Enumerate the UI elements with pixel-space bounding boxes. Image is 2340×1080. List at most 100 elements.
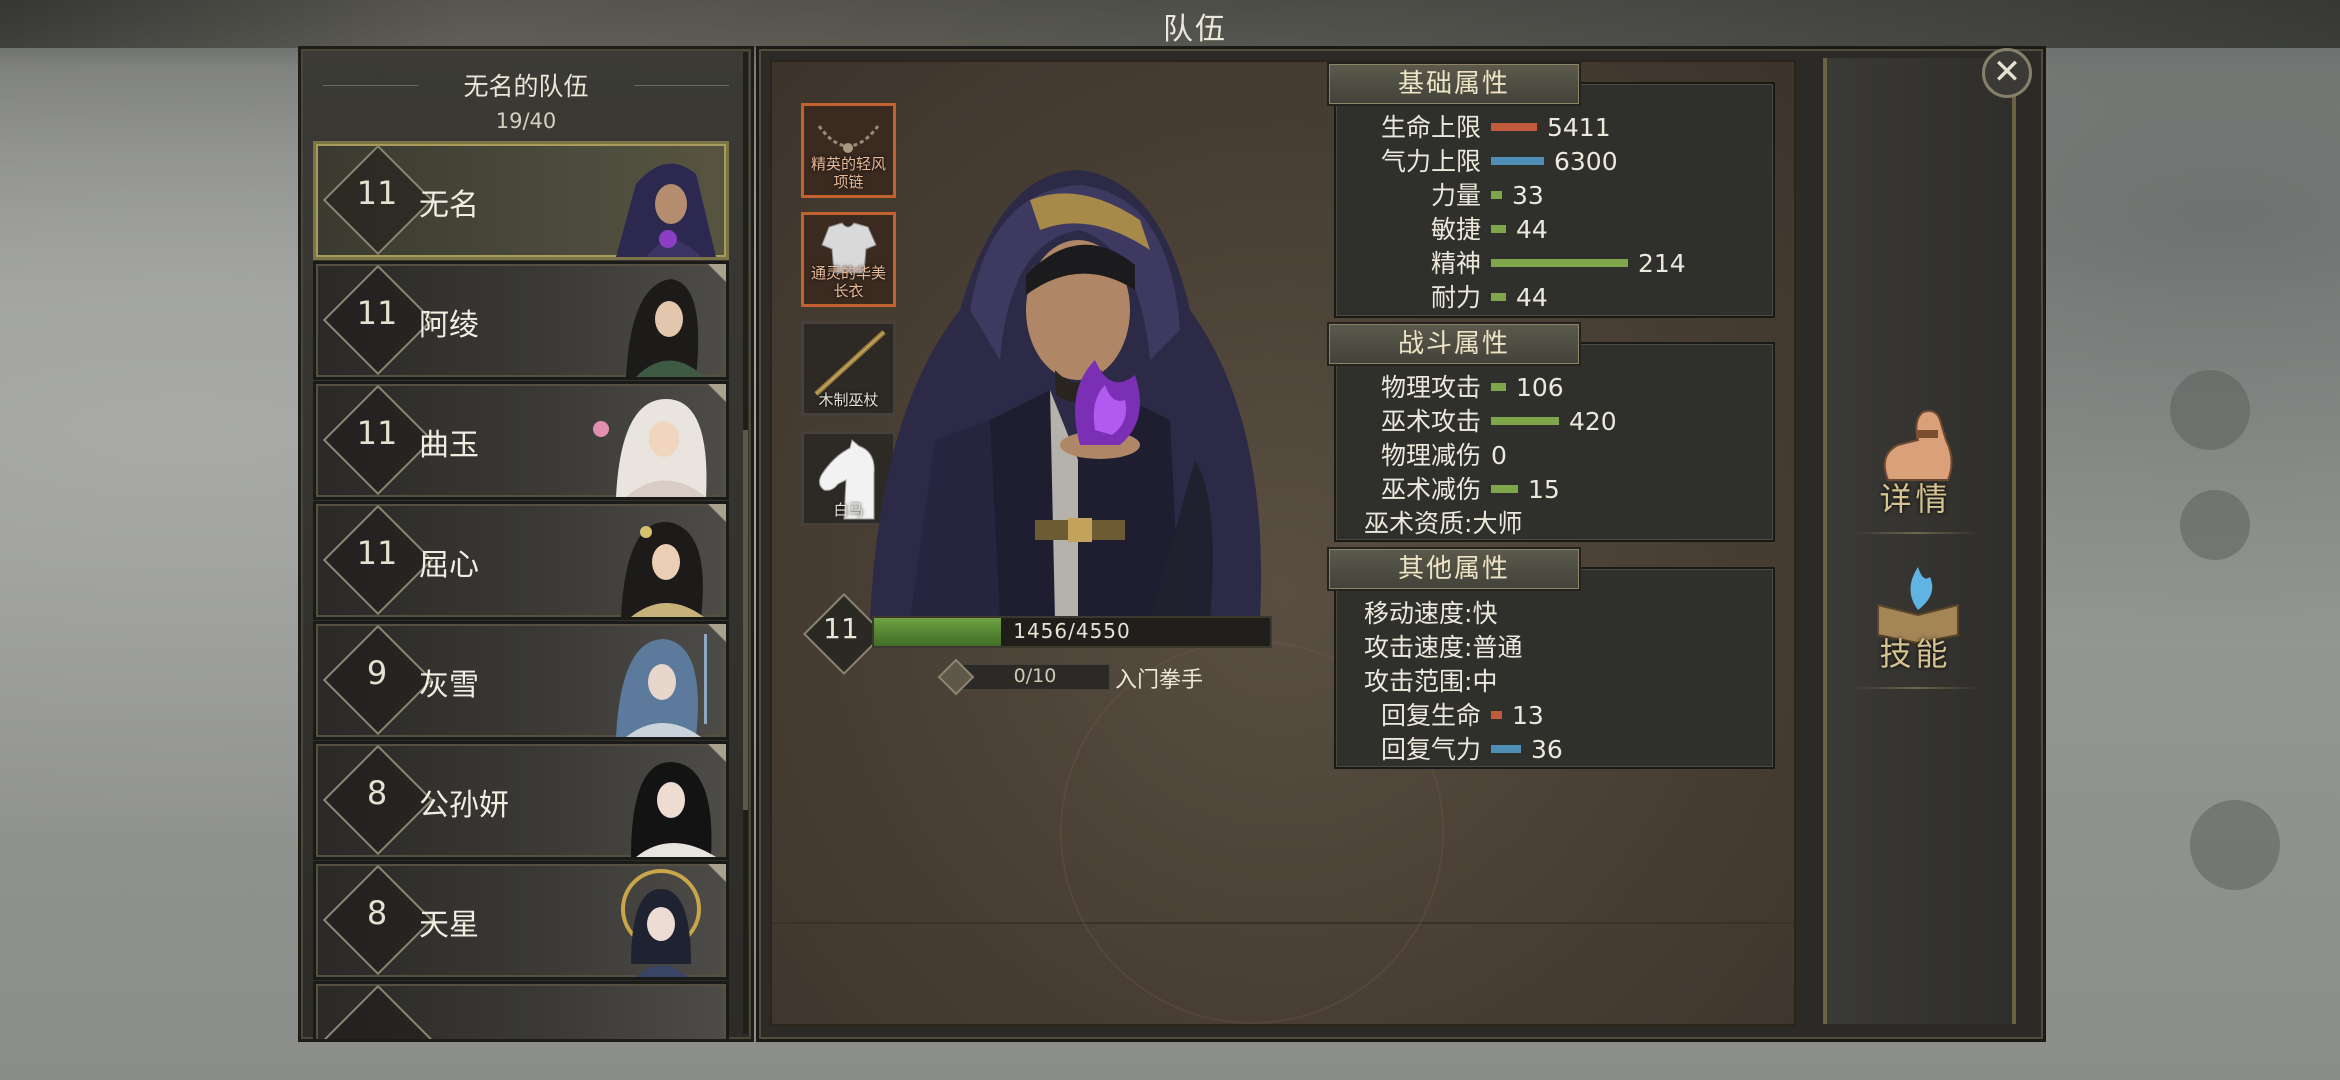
- member-card[interactable]: 11 曲玉: [313, 381, 729, 500]
- tab-separator: [1853, 687, 1978, 689]
- corner-tick: [708, 504, 726, 522]
- corner-tick: [708, 264, 726, 282]
- stat-value: :中: [1464, 667, 1498, 696]
- member-portrait: [593, 399, 707, 497]
- stat-row: 巫术资质:大师: [1364, 504, 1522, 538]
- stat-row: 耐力 44: [1364, 278, 1548, 312]
- member-card[interactable]: 11 屈心: [313, 501, 729, 620]
- basic-stats-title: 基础属性: [1327, 62, 1581, 106]
- member-level: 11: [356, 414, 398, 452]
- stat-label: 力量: [1430, 181, 1481, 210]
- stat-row: 生命上限 5411: [1364, 108, 1611, 142]
- stat-label: 巫术资质: [1364, 509, 1465, 538]
- stat-label: 攻击范围: [1364, 667, 1465, 696]
- member-level: 11: [356, 174, 398, 212]
- stat-value: 420: [1569, 407, 1617, 436]
- corner-tick: [708, 624, 726, 642]
- rank-progress-text: 0/10: [1013, 665, 1057, 687]
- hero-portrait: [870, 170, 1262, 620]
- member-card[interactable]: 8 天星: [313, 861, 729, 980]
- background-button: [2170, 370, 2250, 450]
- detail-tabs-column: [1823, 58, 2016, 1024]
- stat-label: 移动速度: [1364, 599, 1465, 628]
- stat-bar: [1491, 123, 1537, 131]
- stat-value: 214: [1638, 249, 1686, 278]
- member-level: 9: [366, 654, 388, 692]
- other-stats-title: 其他属性: [1327, 547, 1581, 591]
- stat-value: 0: [1491, 441, 1507, 470]
- member-card[interactable]: 9 灰雪: [313, 621, 729, 740]
- level-diamond: [322, 984, 434, 1039]
- member-portrait: [626, 279, 704, 377]
- stat-value: 13: [1512, 701, 1544, 730]
- stat-row: 力量 33: [1364, 176, 1544, 210]
- combat-stats-title: 战斗属性: [1327, 322, 1581, 366]
- member-level: 8: [366, 894, 388, 932]
- corner-tick: [708, 384, 726, 402]
- stat-value: 44: [1516, 283, 1548, 312]
- stat-value: 106: [1516, 373, 1564, 402]
- stat-label: 攻击速度: [1364, 633, 1465, 662]
- stat-value: 6300: [1554, 147, 1618, 176]
- stat-bar: [1491, 383, 1506, 391]
- close-button[interactable]: ✕: [1982, 48, 2032, 98]
- member-level: 11: [356, 534, 398, 572]
- stat-bar: [1491, 485, 1518, 493]
- stat-bar: [1491, 711, 1502, 719]
- member-name: 曲玉: [419, 428, 479, 463]
- stat-label: 生命上限: [1380, 113, 1481, 142]
- stat-value: :大师: [1464, 509, 1523, 538]
- member-card[interactable]: 11 阿绫: [313, 261, 729, 380]
- stat-row: 回复气力 36: [1364, 730, 1563, 764]
- member-level: 8: [366, 774, 388, 812]
- stat-value: 15: [1528, 475, 1560, 504]
- stat-row: 攻击范围:中: [1364, 662, 1497, 696]
- stat-value: 44: [1516, 215, 1548, 244]
- xp-bar: 1456/4550: [872, 616, 1272, 648]
- stat-bar: [1491, 417, 1559, 425]
- stat-value: 36: [1531, 735, 1563, 764]
- stat-bar: [1491, 293, 1506, 301]
- member-portrait: [621, 521, 704, 617]
- member-portrait: [631, 762, 716, 857]
- corner-tick: [708, 864, 726, 882]
- roster-scroll-thumb[interactable]: [743, 430, 748, 810]
- member-card[interactable]: 11 无名: [313, 141, 729, 260]
- stat-row: 气力上限 6300: [1364, 142, 1618, 176]
- member-name: 天星: [419, 908, 479, 943]
- tab-details[interactable]: 详情: [1823, 390, 2008, 540]
- hero-level: 11: [823, 612, 859, 645]
- rank-name: 入门拳手: [1115, 668, 1204, 693]
- stat-row: 精神 214: [1364, 244, 1686, 278]
- stat-row: 回复生命 13: [1364, 696, 1544, 730]
- tab-label: 详情: [1879, 480, 1952, 518]
- member-card[interactable]: 8 公孙妍: [313, 741, 729, 860]
- stat-value: :普通: [1464, 633, 1523, 662]
- background-button: [2190, 800, 2280, 890]
- member-level: 11: [356, 294, 398, 332]
- tab-separator: [1853, 532, 1978, 534]
- member-name: 无名: [419, 188, 479, 223]
- stat-bar: [1491, 157, 1544, 165]
- tab-label: 技能: [1879, 635, 1952, 673]
- member-portrait: [621, 869, 701, 977]
- member-name: 公孙妍: [419, 788, 509, 823]
- stat-label: 敏捷: [1430, 215, 1481, 244]
- stat-label: 巫术减伤: [1380, 475, 1481, 504]
- member-card[interactable]: [313, 981, 729, 1039]
- stat-row: 移动速度:快: [1364, 594, 1497, 628]
- stat-label: 气力上限: [1380, 147, 1481, 176]
- stat-bar: [1491, 745, 1521, 753]
- stat-label: 巫术攻击: [1380, 407, 1481, 436]
- stat-label: 物理攻击: [1380, 373, 1481, 402]
- stat-label: 回复生命: [1380, 701, 1481, 730]
- stat-row: 巫术减伤 15: [1364, 470, 1560, 504]
- stat-label: 精神: [1430, 249, 1481, 278]
- stat-value: :快: [1464, 599, 1498, 628]
- team-roster-panel: 无名的队伍 19/40 11 无名 11 阿绫 11 曲玉 11 屈心 9 灰雪…: [298, 46, 754, 1042]
- tab-skills[interactable]: 技能: [1823, 545, 2008, 695]
- member-name: 灰雪: [419, 668, 479, 703]
- stat-row: 物理攻击 106: [1364, 368, 1564, 402]
- corner-tick: [708, 744, 726, 762]
- member-portrait: [616, 634, 707, 737]
